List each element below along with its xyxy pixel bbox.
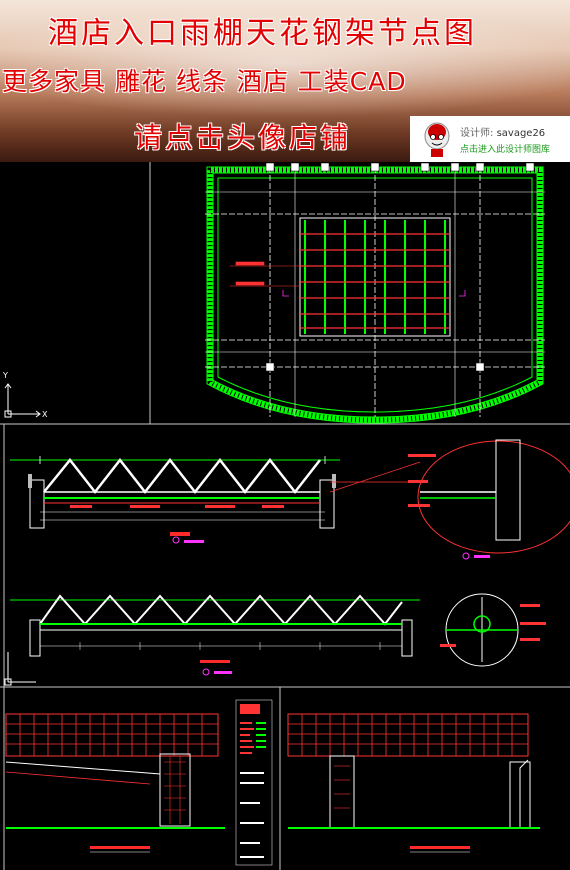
designer-card[interactable]: 设计师: savage26 点击进入此设计师图库 bbox=[410, 116, 570, 162]
header-banner: 酒店入口雨棚天花钢架节点图 更多家具 雕花 线条 酒店 工装CAD 请点击头像店… bbox=[0, 0, 570, 162]
ceiling-plan bbox=[205, 162, 545, 424]
banner-subtitle: 更多家具 雕花 线条 酒店 工装CAD bbox=[2, 67, 407, 96]
designer-username: savage26 bbox=[496, 128, 546, 139]
banner-cta[interactable]: 请点击头像店铺 bbox=[134, 116, 351, 156]
designer-name: 设计师: savage26 bbox=[460, 124, 545, 139]
detail-callout-1 bbox=[329, 439, 570, 560]
detail-callout-2 bbox=[440, 593, 546, 667]
ucs-axis-icon-top: Y X bbox=[2, 371, 48, 419]
canopy-side-view-left bbox=[5, 713, 225, 853]
canopy-side-view-right bbox=[287, 713, 540, 853]
avatar-icon[interactable] bbox=[422, 120, 452, 158]
axis-y-label: Y bbox=[2, 371, 8, 380]
section-elevation-1 bbox=[10, 456, 340, 544]
designer-gallery-link[interactable]: 点击进入此设计师图库 bbox=[460, 142, 550, 155]
axis-x-label: X bbox=[42, 410, 48, 419]
legend-table bbox=[235, 699, 273, 866]
section-elevation-2 bbox=[10, 594, 420, 676]
ucs-axis-icon-bottom bbox=[4, 652, 36, 686]
designer-label: 设计师: bbox=[460, 128, 494, 139]
cad-drawing-area: Y X bbox=[0, 162, 570, 870]
banner-title: 酒店入口雨棚天花钢架节点图 bbox=[48, 16, 477, 51]
panel-frames bbox=[0, 162, 570, 870]
